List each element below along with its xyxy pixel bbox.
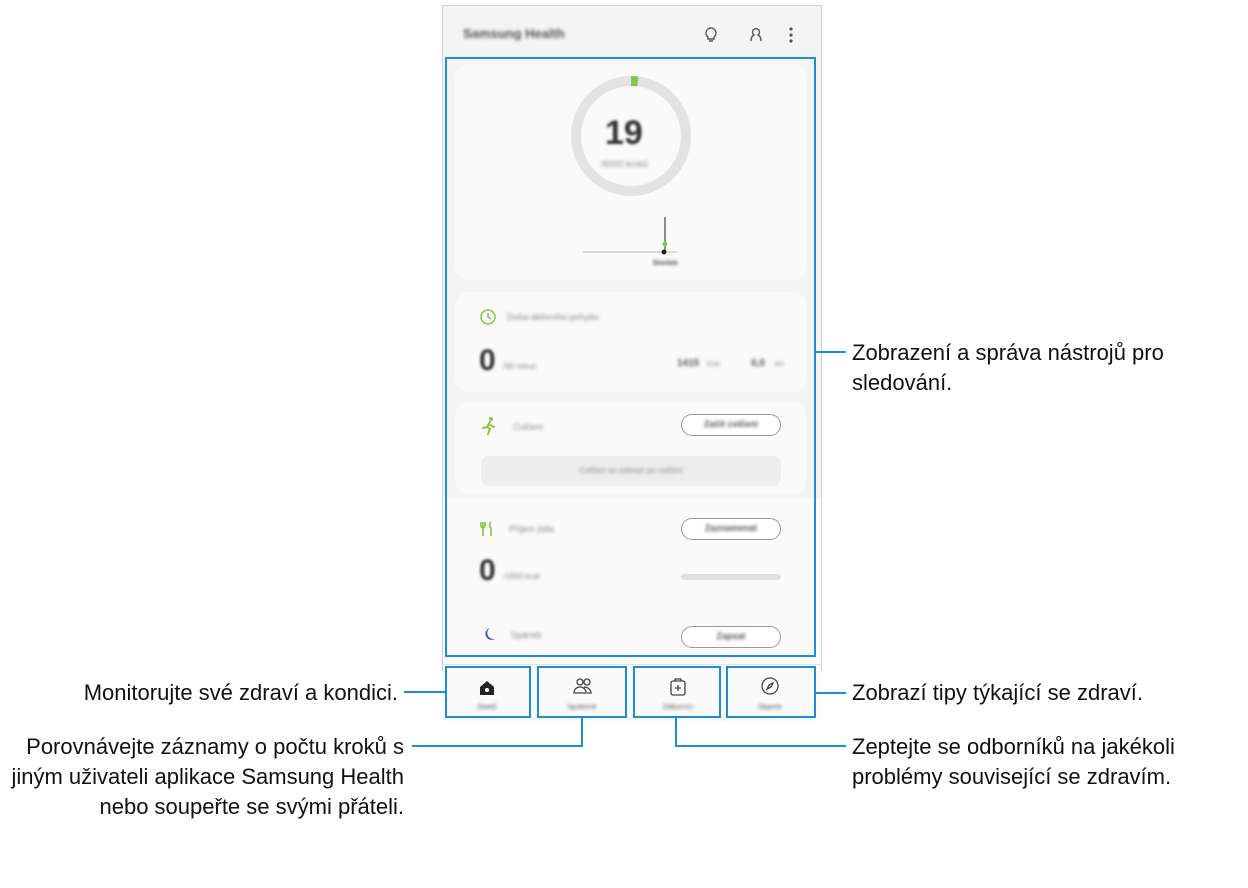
discover-highlight-frame bbox=[726, 666, 816, 718]
tools-highlight-frame bbox=[445, 57, 816, 657]
together-highlight-frame bbox=[537, 666, 627, 718]
app-bar: Samsung Health bbox=[443, 6, 821, 62]
compare-connector-h bbox=[412, 745, 583, 747]
lightbulb-icon[interactable] bbox=[701, 25, 721, 45]
app-title: Samsung Health bbox=[463, 26, 565, 41]
profile-icon[interactable] bbox=[746, 25, 766, 45]
callout-experts: Zeptejte se odborníků na jakékoli problé… bbox=[852, 734, 1175, 789]
callout-compare: Porovnávejte záznamy o počtu kroků s jin… bbox=[11, 734, 404, 819]
experts-highlight-frame bbox=[633, 666, 721, 718]
home-highlight-frame bbox=[445, 666, 531, 718]
monitor-connector bbox=[404, 691, 445, 693]
more-vert-icon[interactable] bbox=[781, 25, 801, 45]
tools-connector bbox=[816, 351, 846, 353]
compare-connector-v bbox=[581, 718, 583, 747]
experts-connector-h bbox=[675, 745, 846, 747]
callout-monitor: Monitorujte své zdraví a kondici. bbox=[83, 680, 398, 705]
callout-tools: Zobrazení a správa nástrojů pro sledován… bbox=[852, 340, 1164, 395]
callout-tips: Zobrazí tipy týkající se zdraví. bbox=[852, 680, 1143, 705]
experts-connector-v bbox=[675, 718, 677, 747]
tips-connector bbox=[816, 692, 846, 694]
